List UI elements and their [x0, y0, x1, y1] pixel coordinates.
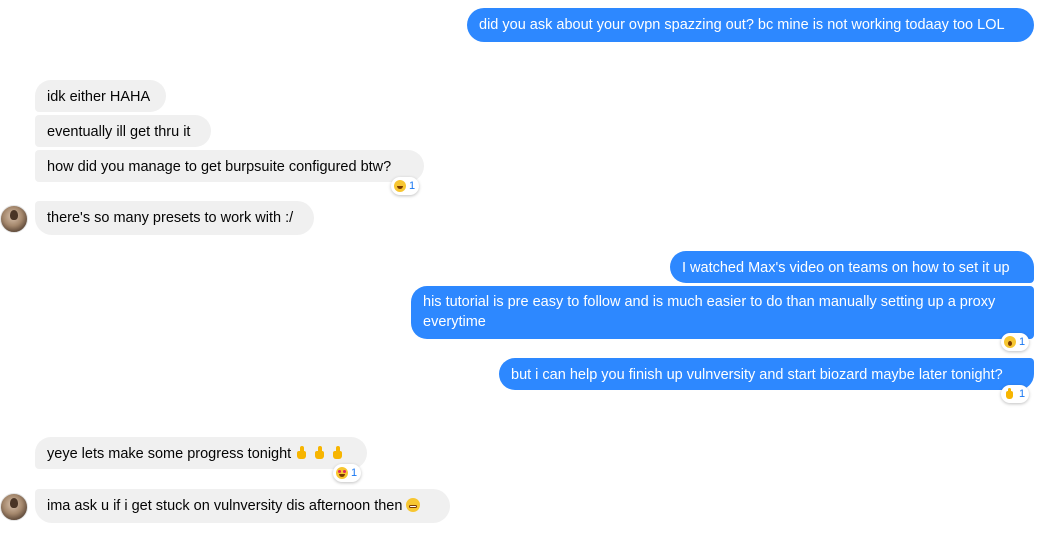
message-text: eventually ill get thru it	[47, 124, 191, 140]
message-bubble-incoming[interactable]: eventually ill get thru it	[35, 115, 211, 147]
message-text: did you ask about your ovpn spazzing out…	[479, 17, 1005, 33]
message-text: his tutorial is pre easy to follow and i…	[423, 294, 996, 330]
reaction-count: 1	[1019, 336, 1026, 348]
message-bubble-incoming[interactable]: ima ask u if i get stuck on vulnversity …	[35, 489, 450, 523]
message-text: ima ask u if i get stuck on vulnversity …	[47, 498, 403, 514]
reaction-count: 1	[351, 467, 358, 479]
thumbs-up-icon	[295, 446, 309, 460]
thumbs-up-icon	[331, 446, 345, 460]
contact-avatar[interactable]	[0, 205, 28, 233]
message-bubble-incoming[interactable]: yeye lets make some progress tonight	[35, 437, 367, 469]
grimacing-face-icon	[406, 498, 421, 512]
wow-emoji-icon	[1004, 336, 1016, 348]
laughing-emoji-icon	[394, 180, 406, 192]
message-text: but i can help you finish up vulnversity…	[511, 367, 1003, 383]
message-text: how did you manage to get burpsuite conf…	[47, 159, 392, 175]
message-bubble-incoming[interactable]: how did you manage to get burpsuite conf…	[35, 150, 424, 182]
message-reaction[interactable]: 1	[1001, 385, 1030, 403]
message-text: I watched Max's video on teams on how to…	[682, 260, 1010, 276]
heart-eyes-emoji-icon	[336, 467, 348, 479]
reaction-count: 1	[1019, 388, 1026, 400]
message-bubble-incoming[interactable]: idk either HAHA	[35, 80, 166, 112]
message-text: yeye lets make some progress tonight	[47, 446, 292, 462]
message-bubble-outgoing[interactable]: I watched Max's video on teams on how to…	[670, 251, 1034, 283]
contact-avatar[interactable]	[0, 493, 28, 521]
thumbs-up-icon	[313, 446, 327, 460]
thumbs-up-emoji-icon	[1004, 388, 1016, 400]
message-reaction[interactable]: 1	[1001, 333, 1030, 351]
reaction-count: 1	[409, 180, 416, 192]
message-text: idk either HAHA	[47, 89, 151, 105]
message-text: there's so many presets to work with :/	[47, 210, 294, 226]
message-bubble-outgoing[interactable]: did you ask about your ovpn spazzing out…	[467, 8, 1034, 42]
message-bubble-outgoing[interactable]: his tutorial is pre easy to follow and i…	[411, 286, 1034, 339]
message-bubble-incoming[interactable]: there's so many presets to work with :/	[35, 201, 314, 235]
message-reaction[interactable]: 1	[333, 464, 362, 482]
message-bubble-outgoing[interactable]: but i can help you finish up vulnversity…	[499, 358, 1034, 390]
message-reaction[interactable]: 1	[391, 177, 420, 195]
